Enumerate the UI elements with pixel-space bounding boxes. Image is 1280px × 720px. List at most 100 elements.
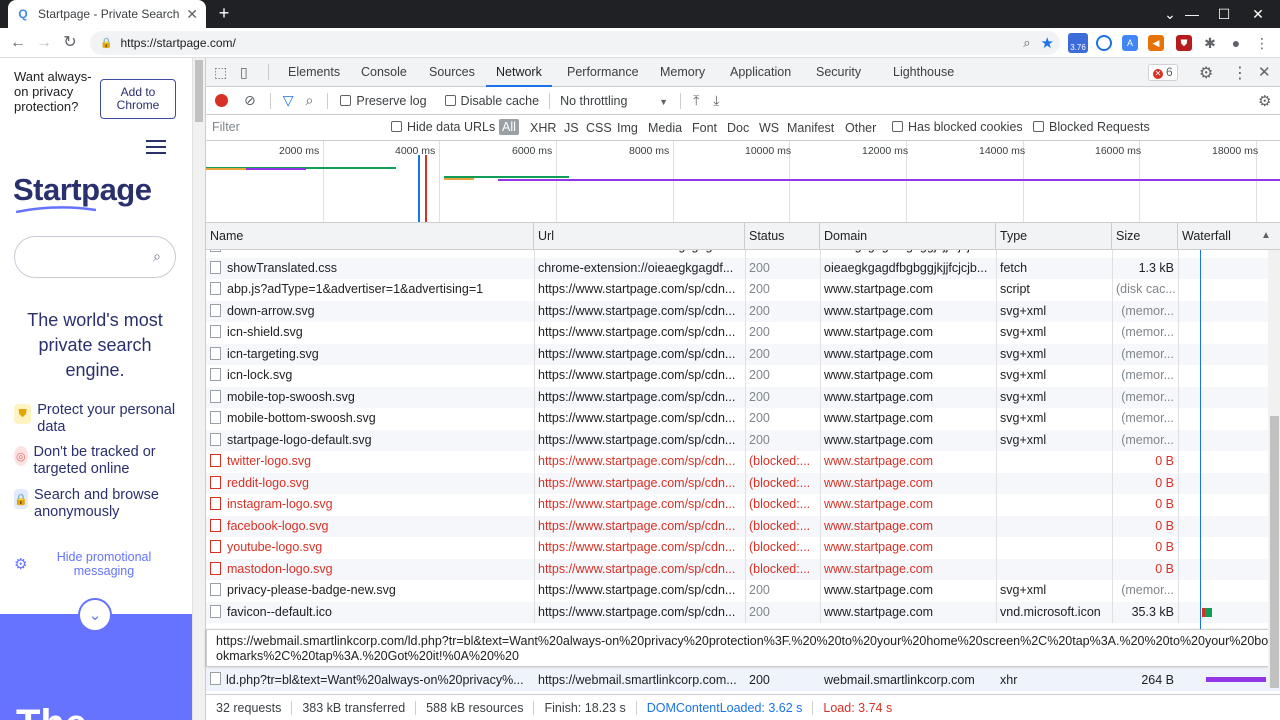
network-settings-icon[interactable]: ⚙ bbox=[1258, 92, 1271, 110]
menu-kebab-icon[interactable]: ⋮ bbox=[1254, 35, 1270, 51]
blocked-requests-checkbox[interactable]: Blocked Requests bbox=[1033, 120, 1150, 134]
filter-funnel-icon[interactable]: ▽ bbox=[283, 92, 294, 109]
column-name[interactable]: Name bbox=[206, 223, 534, 250]
table-row[interactable]: translateButtons.css chrome-extension://o… bbox=[206, 250, 1280, 258]
new-tab-button[interactable]: + bbox=[214, 3, 234, 23]
record-icon[interactable] bbox=[215, 94, 228, 107]
circle-extension-icon[interactable] bbox=[1096, 35, 1112, 51]
hide-data-urls-checkbox[interactable]: Hide data URLs bbox=[391, 120, 495, 134]
table-row[interactable]: showTranslated.css chrome-extension://oie… bbox=[206, 257, 1280, 279]
translate-extension-icon[interactable]: A bbox=[1122, 35, 1138, 51]
search-icon[interactable]: ⌕ bbox=[153, 248, 161, 265]
tab-elements[interactable]: Elements bbox=[288, 58, 340, 87]
table-row[interactable]: down-arrow.svg https://www.startpage.com/… bbox=[206, 300, 1280, 322]
bookmark-star-icon[interactable]: ★ bbox=[1041, 34, 1054, 52]
filter-type-img[interactable]: Img bbox=[617, 121, 638, 135]
checkbox-box[interactable] bbox=[892, 121, 903, 132]
tab-security[interactable]: Security bbox=[816, 58, 861, 87]
hide-promo-link[interactable]: ⚙ Hide promotional messaging bbox=[14, 550, 184, 578]
tab-network[interactable]: Network bbox=[486, 58, 552, 87]
filter-type-css[interactable]: CSS bbox=[586, 121, 612, 135]
tab-lighthouse[interactable]: Lighthouse bbox=[893, 58, 954, 87]
profile-icon[interactable]: ● bbox=[1228, 35, 1244, 51]
table-row[interactable]: mobile-top-swoosh.svg https://www.startpa… bbox=[206, 386, 1280, 408]
checkbox-box[interactable] bbox=[340, 94, 352, 106]
startpage-logo[interactable]: Startpage bbox=[13, 172, 152, 208]
table-scrollbar[interactable] bbox=[1268, 250, 1280, 688]
table-row[interactable]: abp.js?adType=1&advertiser=1&advertising… bbox=[206, 279, 1280, 301]
table-row[interactable]: facebook-logo.svg https://www.startpage.c… bbox=[206, 515, 1280, 537]
tab-performance[interactable]: Performance bbox=[567, 58, 639, 87]
hide-promo-label[interactable]: Hide promotional messaging bbox=[44, 550, 164, 578]
table-row[interactable]: privacy-please-badge-new.svg https://www.… bbox=[206, 580, 1280, 602]
timeline-overview[interactable]: 2000 ms 4000 ms 6000 ms 8000 ms 10000 ms 1200… bbox=[206, 141, 1280, 223]
table-row[interactable]: icn-targeting.svg https://www.startpage.c… bbox=[206, 343, 1280, 365]
tab-memory[interactable]: Memory bbox=[660, 58, 705, 87]
filter-type-font[interactable]: Font bbox=[692, 121, 717, 135]
close-devtools-icon[interactable]: ✕ bbox=[1258, 63, 1271, 81]
filter-type-js[interactable]: JS bbox=[564, 121, 579, 135]
add-to-chrome-button[interactable]: Add to Chrome bbox=[100, 79, 176, 119]
search-icon[interactable]: ⌕ bbox=[306, 92, 314, 109]
filter-type-all[interactable]: All bbox=[499, 119, 519, 135]
column-url[interactable]: Url bbox=[534, 223, 745, 250]
column-status[interactable]: Status bbox=[745, 223, 820, 250]
tab-sources[interactable]: Sources bbox=[429, 58, 475, 87]
back-arrow-icon[interactable]: ← bbox=[8, 33, 28, 53]
settings-gear-icon[interactable]: ⚙ bbox=[1199, 63, 1213, 83]
page-scrollbar[interactable] bbox=[192, 58, 205, 720]
has-blocked-cookies-checkbox[interactable]: Has blocked cookies bbox=[892, 120, 1023, 134]
column-size[interactable]: Size bbox=[1112, 223, 1178, 250]
scrollbar-thumb[interactable] bbox=[195, 60, 203, 122]
reload-icon[interactable]: ↻ bbox=[60, 33, 80, 53]
hamburger-menu-icon[interactable] bbox=[146, 140, 166, 154]
table-row[interactable]: mastodon-logo.svg https://www.startpage.c… bbox=[206, 558, 1280, 580]
import-har-icon[interactable]: ⤒ bbox=[693, 92, 699, 109]
sort-ascending-icon[interactable]: ▲ bbox=[1261, 230, 1271, 241]
table-row[interactable]: youtube-logo.svg https://www.startpage.co… bbox=[206, 537, 1280, 559]
table-row[interactable]: reddit-logo.svg https://www.startpage.com… bbox=[206, 472, 1280, 494]
table-row[interactable]: twitter-logo.svg https://www.startpage.co… bbox=[206, 451, 1280, 473]
close-window-button[interactable]: ✕ bbox=[1236, 0, 1280, 28]
lock-icon[interactable]: 🔒 bbox=[100, 38, 112, 49]
table-row[interactable]: icn-shield.svg https://www.startpage.com/… bbox=[206, 322, 1280, 344]
table-row[interactable]: startpage-logo-default.svg https://www.st… bbox=[206, 429, 1280, 451]
address-bar[interactable]: 🔒 https://startpage.com/ ⌕ ★ bbox=[90, 31, 1060, 55]
throttling-select[interactable]: No throttling ▼ bbox=[560, 94, 668, 108]
preserve-log-checkbox[interactable]: Preserve log bbox=[340, 94, 427, 108]
puzzle-extensions-icon[interactable]: ✱ bbox=[1202, 35, 1218, 51]
table-row[interactable]: favicon--default.ico https://www.startpag… bbox=[206, 601, 1280, 623]
filter-type-media[interactable]: Media bbox=[648, 121, 682, 135]
table-row[interactable]: mobile-bottom-swoosh.svg https://www.star… bbox=[206, 408, 1280, 430]
scroll-down-button[interactable]: ⌄ bbox=[78, 598, 112, 632]
table-row[interactable]: icn-lock.svg https://www.startpage.com/sp… bbox=[206, 365, 1280, 387]
column-domain[interactable]: Domain bbox=[820, 223, 996, 250]
table-row[interactable]: instagram-logo.svg https://www.startpage.… bbox=[206, 494, 1280, 516]
filter-type-xhr[interactable]: XHR bbox=[530, 121, 556, 135]
megaphone-extension-icon[interactable]: ◀ bbox=[1148, 35, 1164, 51]
device-toolbar-icon[interactable]: ▯ bbox=[240, 64, 256, 80]
menu-kebab-icon[interactable]: ⋮ bbox=[1232, 63, 1248, 83]
browser-tab[interactable]: Q Startpage - Private Search Engine ✕ bbox=[8, 0, 206, 28]
forward-arrow-icon[interactable]: → bbox=[34, 33, 54, 53]
checkbox-box[interactable] bbox=[444, 94, 456, 106]
filter-type-doc[interactable]: Doc bbox=[727, 121, 749, 135]
checkbox-box[interactable] bbox=[391, 121, 402, 132]
search-input[interactable]: ⌕ bbox=[14, 236, 176, 278]
filter-type-ws[interactable]: WS bbox=[759, 121, 779, 135]
tab-console[interactable]: Console bbox=[361, 58, 407, 87]
tab-application[interactable]: Application bbox=[730, 58, 791, 87]
url-text[interactable]: https://startpage.com/ bbox=[120, 36, 1023, 50]
clear-icon[interactable]: ⊘ bbox=[244, 92, 256, 109]
inspect-element-icon[interactable]: ⬚ bbox=[214, 64, 230, 80]
scrollbar-thumb[interactable] bbox=[1270, 416, 1279, 688]
zoom-icon[interactable]: ⌕ bbox=[1023, 35, 1030, 51]
filter-type-other[interactable]: Other bbox=[845, 121, 876, 135]
table-row-selected[interactable]: ld.php?tr=bl&text=Want%20always-on%20pri… bbox=[206, 669, 1280, 691]
shield-extension-icon[interactable]: ⛊ bbox=[1176, 35, 1192, 51]
disable-cache-checkbox[interactable]: Disable cache bbox=[444, 94, 539, 108]
error-count-badge[interactable]: ✕ 6 bbox=[1148, 64, 1178, 81]
filter-input[interactable]: Filter bbox=[209, 118, 377, 137]
column-type[interactable]: Type bbox=[996, 223, 1112, 250]
export-har-icon[interactable]: ⤓ bbox=[713, 92, 719, 109]
